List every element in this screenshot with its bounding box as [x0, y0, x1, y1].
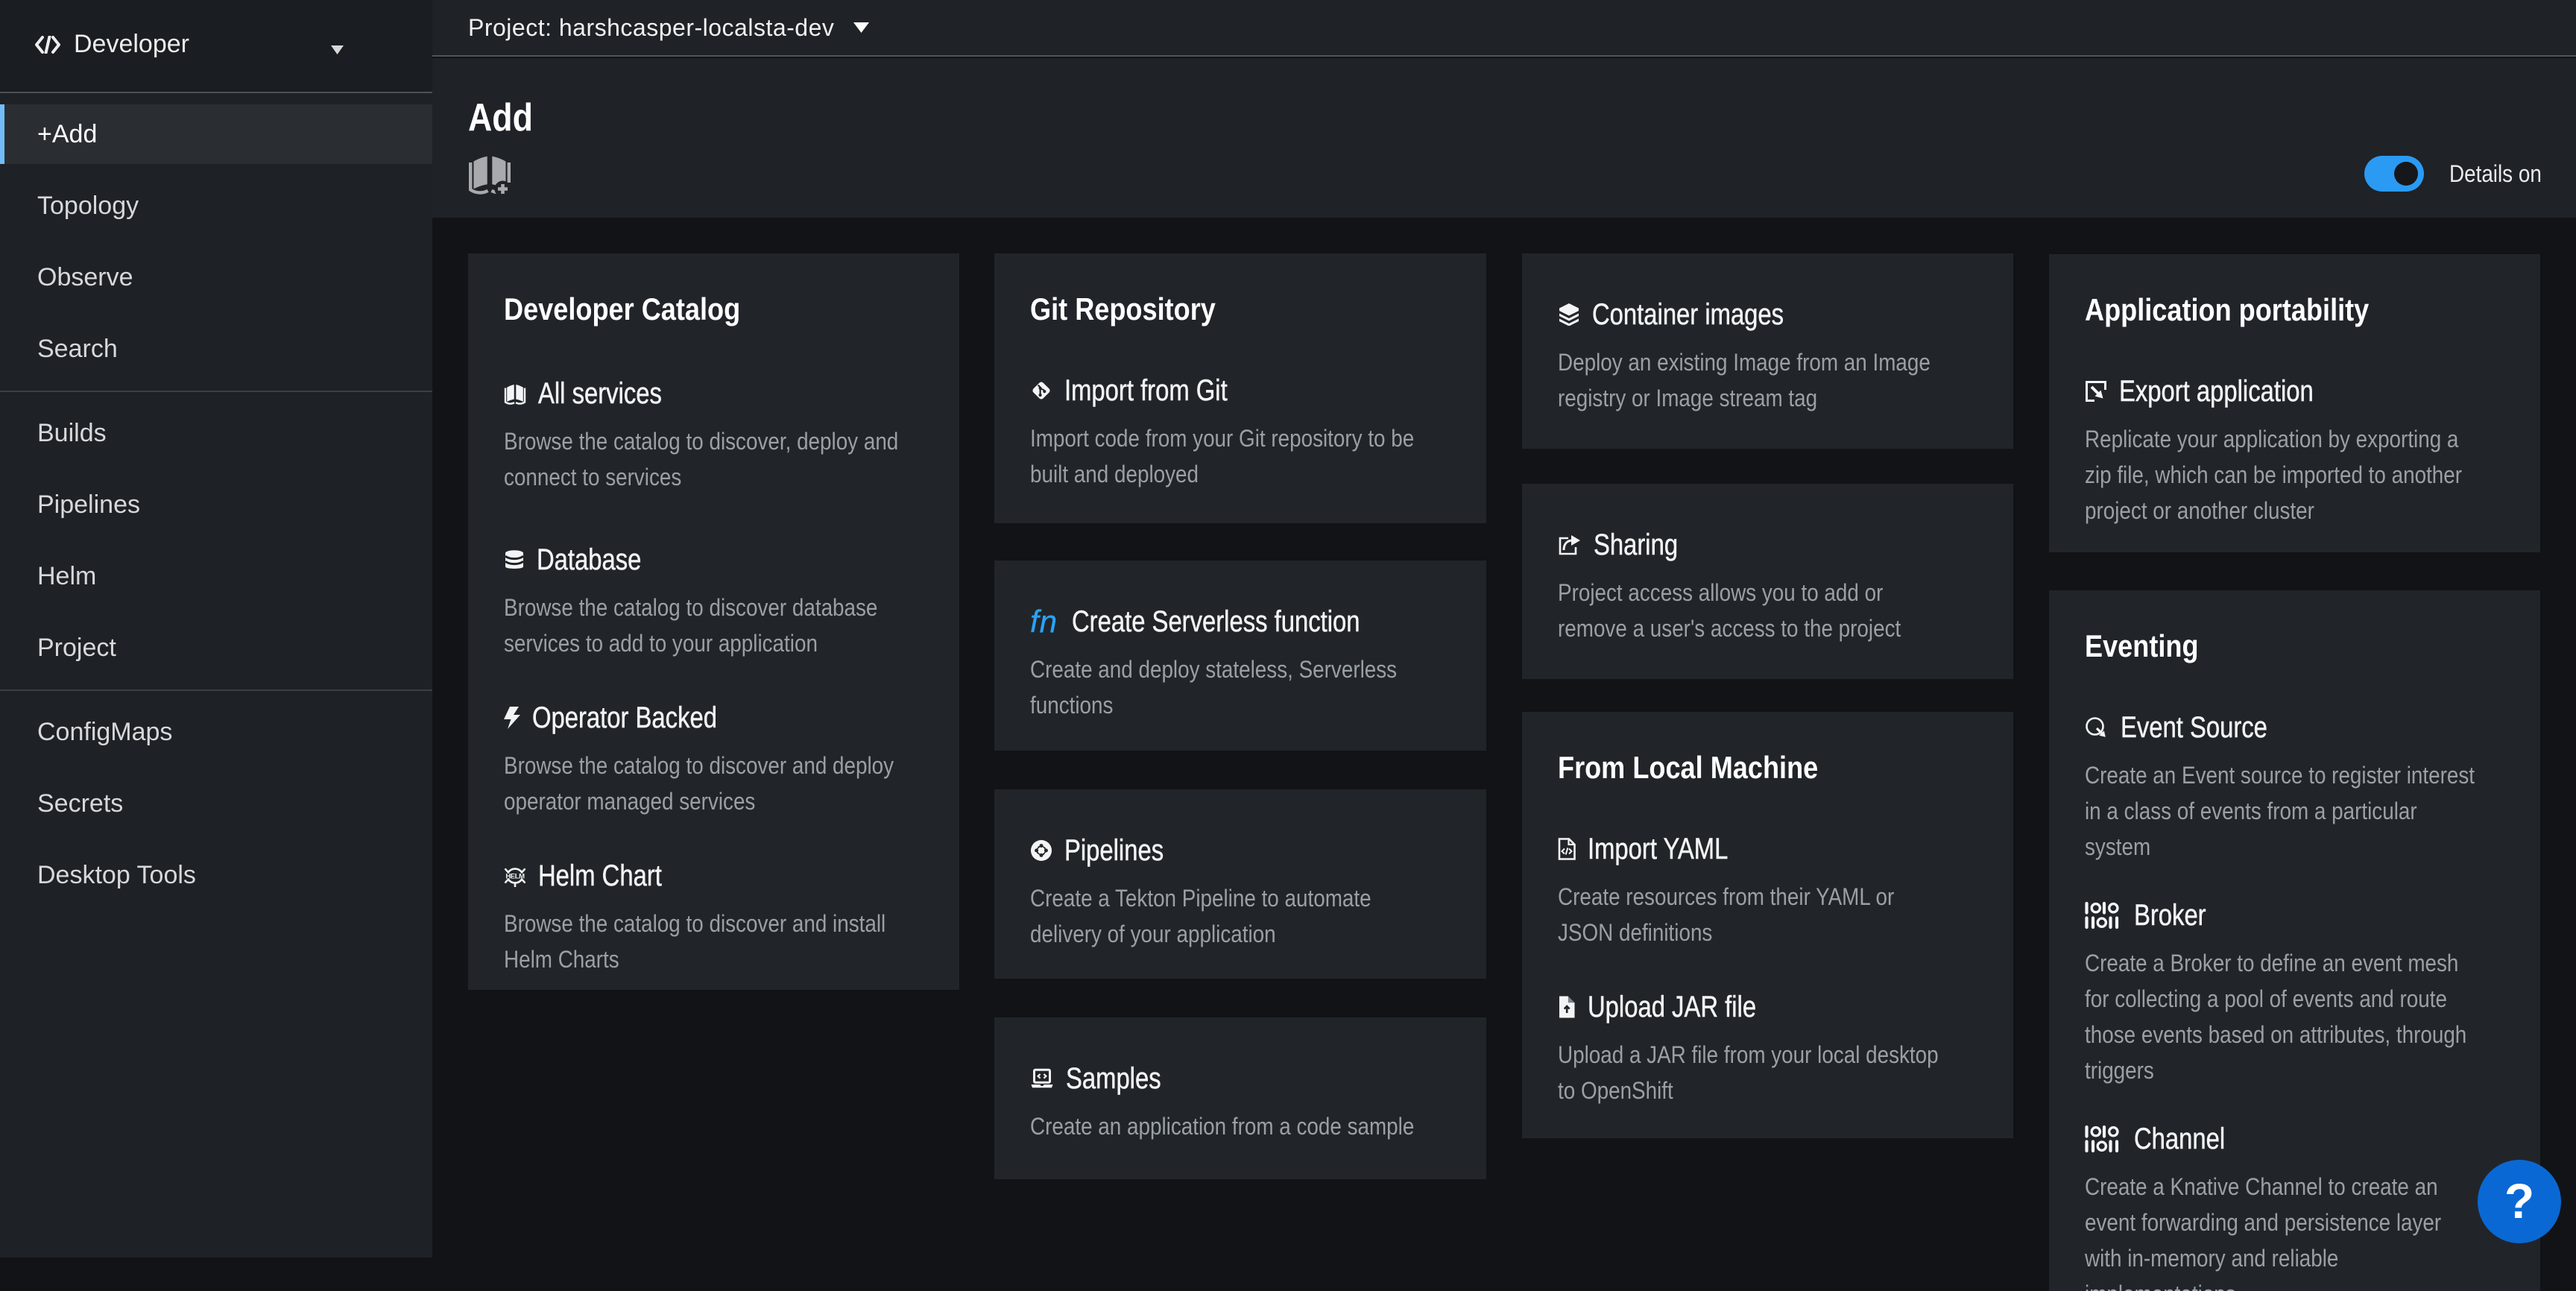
svg-text:HELM: HELM	[505, 872, 525, 880]
